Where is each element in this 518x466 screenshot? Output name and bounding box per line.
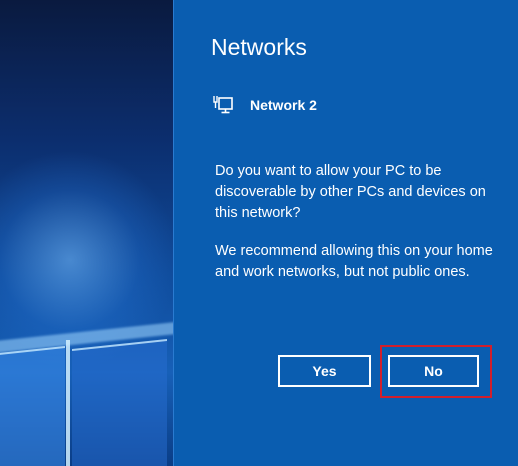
recommendation-text: We recommend allowing this on your home … [215,243,493,280]
network-name: Network 2 [250,97,317,113]
discoverable-question: Do you want to allow your PC to be disco… [215,163,486,221]
ethernet-network-icon [213,96,233,114]
yes-button[interactable]: Yes [278,355,371,387]
networks-flyout: Networks Network 2 Do you want to allow … [173,0,518,466]
wallpaper-window-mullion [66,340,70,466]
desktop-wallpaper [0,0,173,466]
wallpaper-window-pane-left [0,346,65,466]
network-row: Network 2 [213,94,317,116]
no-button-highlight-box [380,345,492,398]
flyout-edge [173,0,174,466]
flyout-title: Networks [211,34,307,60]
wallpaper-window-pane-right [72,339,167,466]
